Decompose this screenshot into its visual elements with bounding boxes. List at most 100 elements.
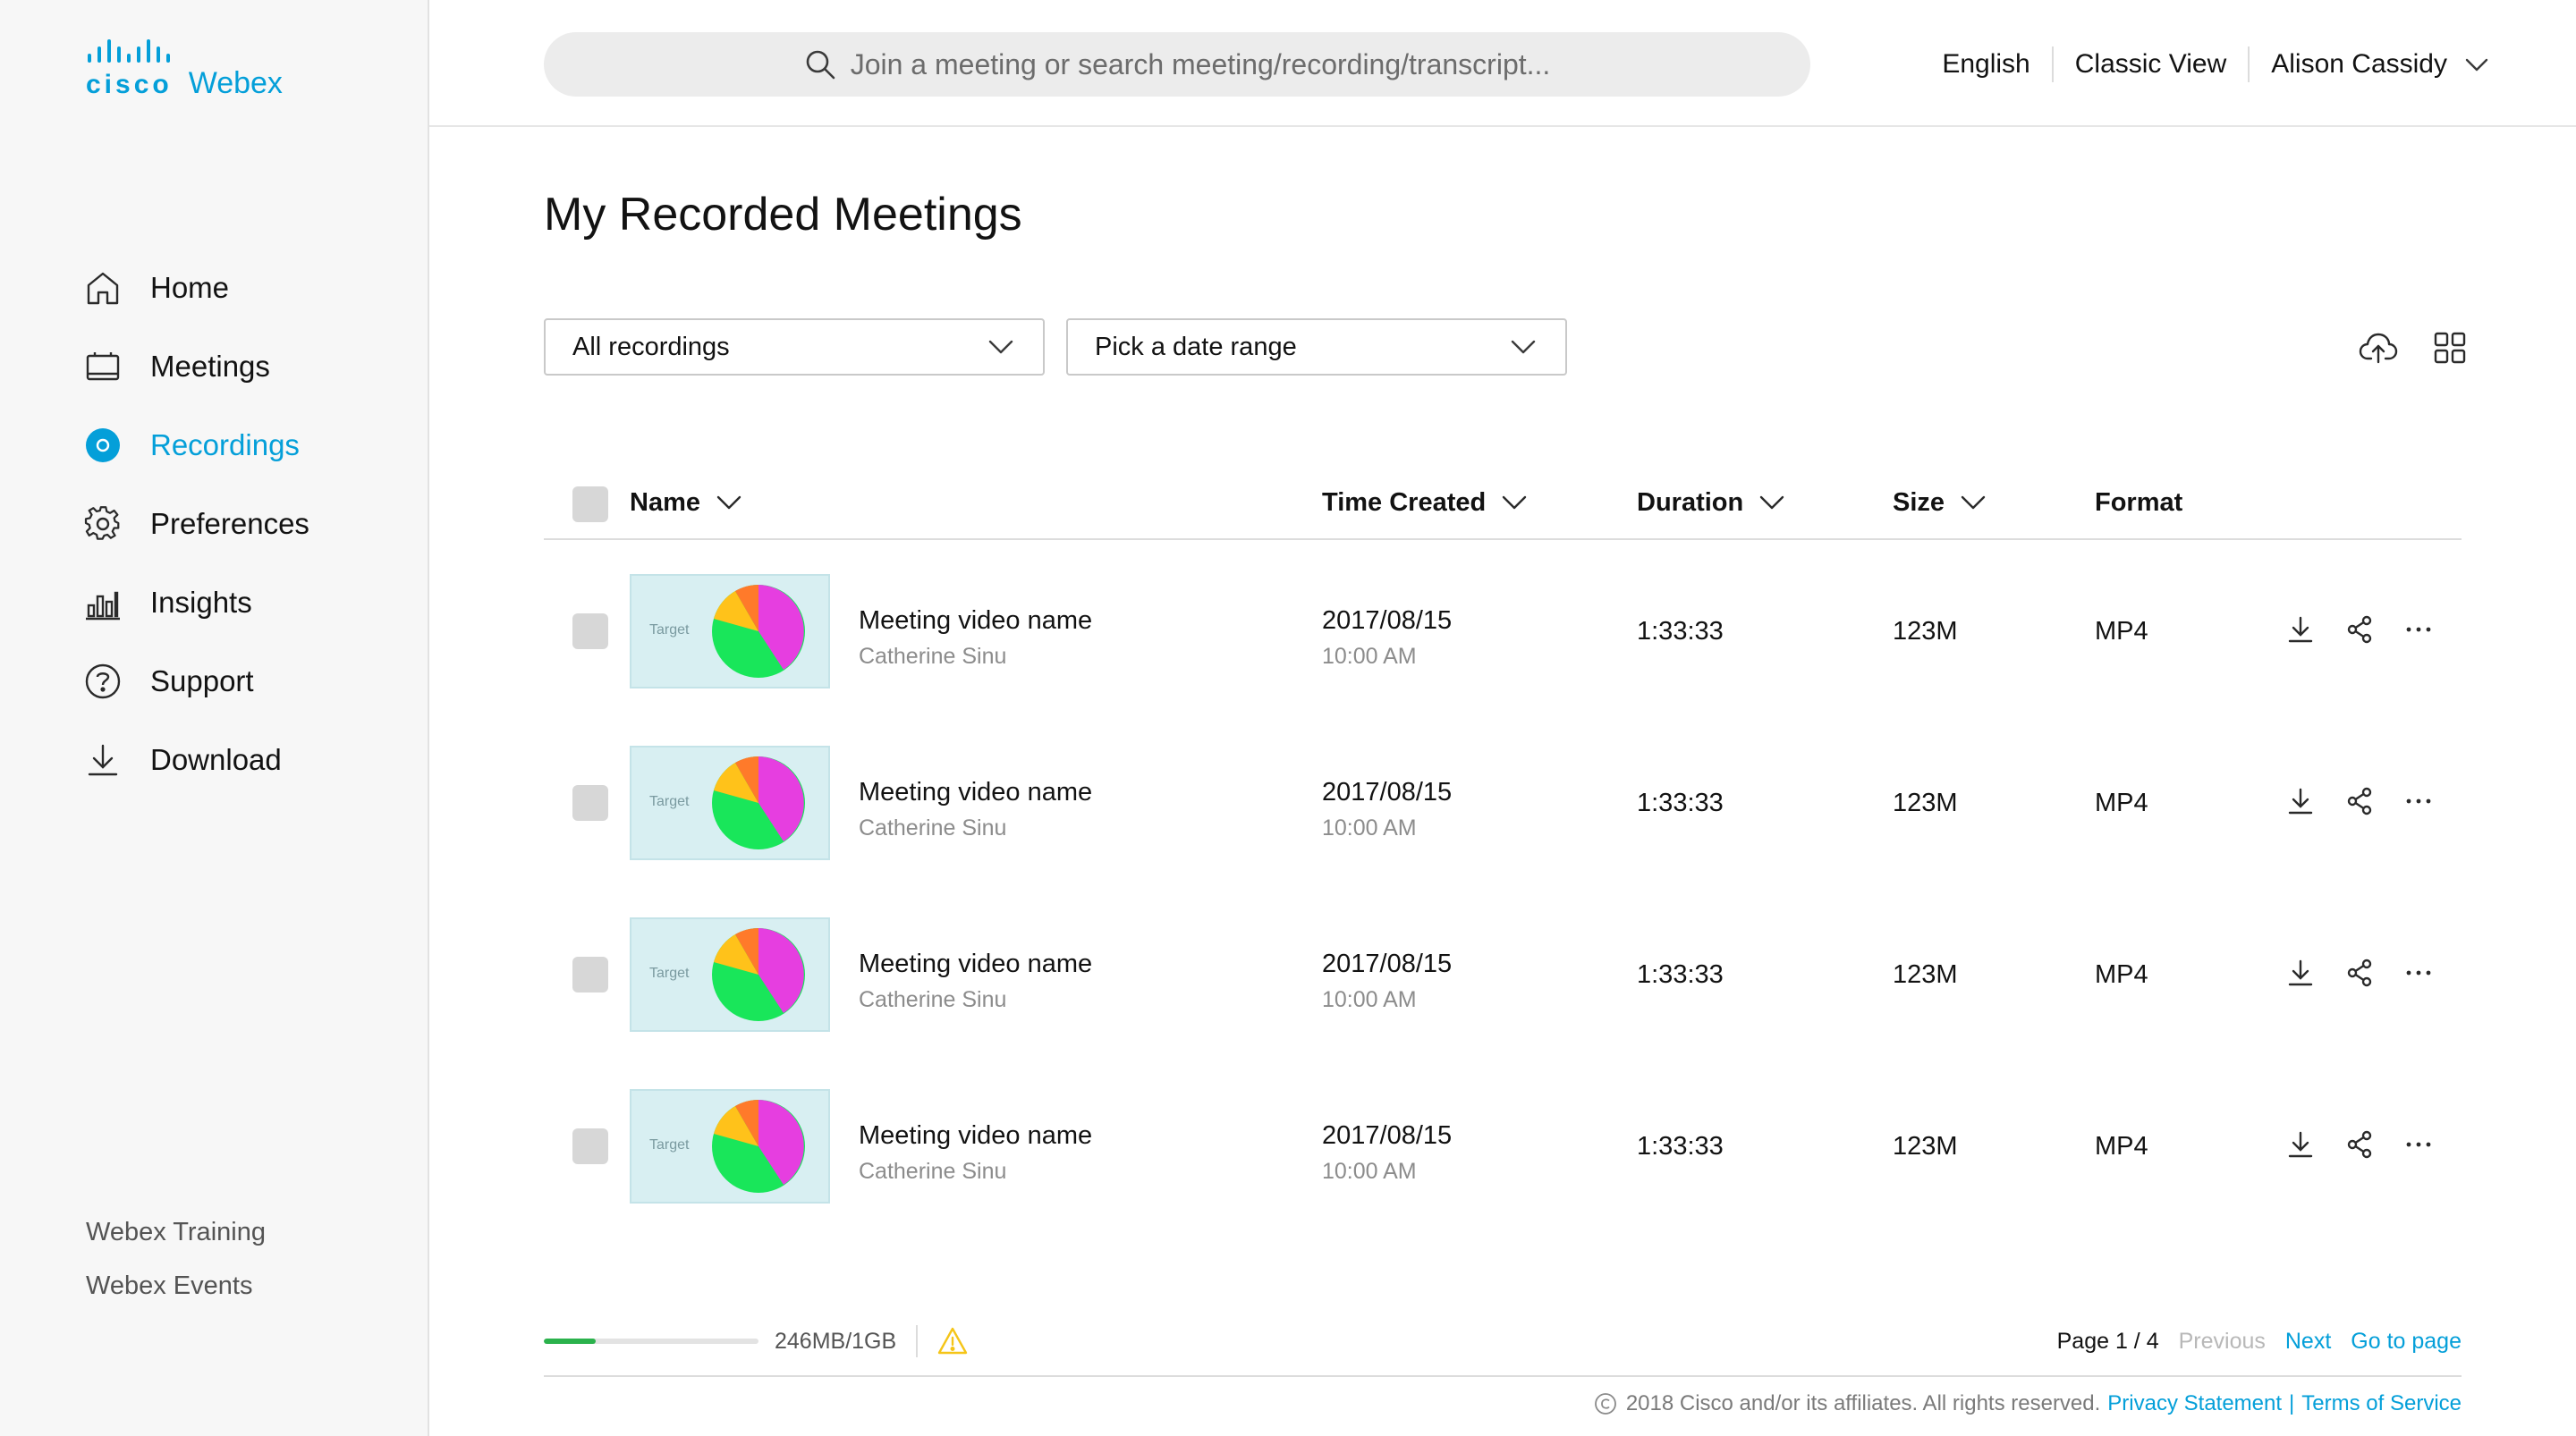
download-icon [84,741,122,779]
more-options-icon[interactable] [2402,957,2435,989]
time-created-cell: 2017/08/15 10:00 AM [1322,948,1452,1016]
recording-thumbnail[interactable]: Target [630,1089,830,1204]
copyright-text: 2018 Cisco and/or its affiliates. All ri… [1625,1391,2101,1415]
copyright-icon [1594,1393,1616,1415]
download-icon[interactable] [2284,957,2317,989]
cisco-webex-logo[interactable]: cisco Webex [86,39,283,101]
size-cell: 123M [1893,1132,1958,1161]
recording-host: Catherine Sinu [859,815,1007,840]
sidebar-item-label: Support [150,664,254,697]
sidebar-item-label: Download [150,743,282,776]
chevron-down-icon [1511,340,1536,354]
warning-icon[interactable] [937,1326,968,1356]
language-selector[interactable]: English [1920,46,2051,82]
pie-chart-thumbnail-image [712,585,805,678]
more-options-icon[interactable] [2402,785,2435,817]
column-header-duration[interactable]: Duration [1637,485,1786,520]
footer-copyright: 2018 Cisco and/or its affiliates. All ri… [1594,1391,2462,1416]
sidebar-item-support[interactable]: Support [84,642,309,721]
created-date: 2017/08/15 [1322,606,1453,635]
chevron-down-icon [2465,58,2488,72]
row-checkbox[interactable] [572,957,608,993]
table-row[interactable]: Target Meeting video name Catherine Sinu… [544,887,2462,1059]
download-icon[interactable] [2284,613,2317,646]
logo-webex-text: Webex [188,66,283,100]
user-name: Alison Cassidy [2271,49,2447,79]
created-time: 10:00 AM [1322,987,1417,1012]
duration-cell: 1:33:33 [1637,617,1724,646]
meetings-icon [84,348,122,385]
column-header-size[interactable]: Size [1893,485,1987,520]
thumbnail-label: Target [649,966,690,981]
recording-name-link[interactable]: Meeting video name [859,776,1092,808]
next-page-button[interactable]: Next [2285,1329,2331,1355]
column-header-format[interactable]: Format [2095,485,2182,520]
search-placeholder: Join a meeting or search meeting/recordi… [850,47,1551,80]
terms-of-service-link[interactable]: Terms of Service [2301,1391,2462,1416]
webex-events-link[interactable]: Webex Events [86,1266,266,1320]
home-icon [84,269,122,307]
sidebar-item-insights[interactable]: Insights [84,563,309,642]
column-label: Name [630,487,700,517]
recording-thumbnail[interactable]: Target [630,917,830,1032]
date-range-value: Pick a date range [1095,332,1297,361]
duration-cell: 1:33:33 [1637,789,1724,817]
row-actions [2284,957,2435,989]
share-icon[interactable] [2343,1128,2376,1161]
sidebar-item-meetings[interactable]: Meetings [84,327,309,406]
go-to-page-button[interactable]: Go to page [2351,1329,2462,1355]
row-checkbox[interactable] [572,1128,608,1164]
share-icon[interactable] [2343,613,2376,646]
pie-chart-thumbnail-image [712,756,805,849]
sidebar-item-preferences[interactable]: Preferences [84,485,309,563]
search-input[interactable]: Join a meeting or search meeting/recordi… [544,32,1810,97]
recording-name-link[interactable]: Meeting video name [859,604,1092,637]
upload-cloud-icon[interactable] [2358,327,2399,368]
classic-view-link[interactable]: Classic View [2054,46,2249,82]
table-header: Name Time Created Duration Size Format [544,469,2462,540]
date-range-dropdown[interactable]: Pick a date range [1066,318,1567,376]
format-cell: MP4 [2095,1132,2148,1161]
privacy-statement-link[interactable]: Privacy Statement [2107,1391,2282,1416]
gear-icon [84,505,122,543]
previous-page-button[interactable]: Previous [2179,1329,2266,1355]
storage-progress-bar [544,1339,758,1344]
sidebar: cisco Webex Home Meetings Recordings Pre… [0,0,429,1436]
user-menu[interactable]: Alison Cassidy [2250,46,2512,82]
row-checkbox[interactable] [572,613,608,649]
table-row[interactable]: Target Meeting video name Catherine Sinu… [544,544,2462,715]
recordings-filter-dropdown[interactable]: All recordings [544,318,1045,376]
sidebar-item-download[interactable]: Download [84,721,309,799]
recording-name-link[interactable]: Meeting video name [859,1119,1092,1152]
more-options-icon[interactable] [2402,1128,2435,1161]
table-row[interactable]: Target Meeting video name Catherine Sinu… [544,715,2462,887]
thumbnail-label: Target [649,1137,690,1153]
column-header-time-created[interactable]: Time Created [1322,485,1529,520]
sidebar-item-recordings[interactable]: Recordings [84,406,309,485]
table-row[interactable]: Target Meeting video name Catherine Sinu… [544,1059,2462,1230]
column-header-name[interactable]: Name [630,485,743,520]
recording-thumbnail[interactable]: Target [630,574,830,688]
sidebar-item-home[interactable]: Home [84,249,309,327]
recording-thumbnail[interactable]: Target [630,746,830,860]
page-indicator: Page 1 / 4 [2056,1328,2159,1354]
recordings-icon [84,427,122,464]
row-actions [2284,1128,2435,1161]
webex-training-link[interactable]: Webex Training [86,1212,266,1266]
divider [916,1325,919,1357]
download-icon[interactable] [2284,785,2317,817]
more-options-icon[interactable] [2402,613,2435,646]
search-icon [806,50,835,80]
download-icon[interactable] [2284,1128,2317,1161]
grid-view-icon[interactable] [2429,327,2470,368]
recording-name-link[interactable]: Meeting video name [859,948,1092,980]
time-created-cell: 2017/08/15 10:00 AM [1322,604,1452,672]
format-cell: MP4 [2095,617,2148,646]
size-cell: 123M [1893,789,1958,817]
row-checkbox[interactable] [572,785,608,821]
pie-chart-thumbnail-image [712,928,805,1021]
share-icon[interactable] [2343,957,2376,989]
select-all-checkbox[interactable] [572,486,608,522]
share-icon[interactable] [2343,785,2376,817]
recordings-filter-value: All recordings [572,332,730,361]
